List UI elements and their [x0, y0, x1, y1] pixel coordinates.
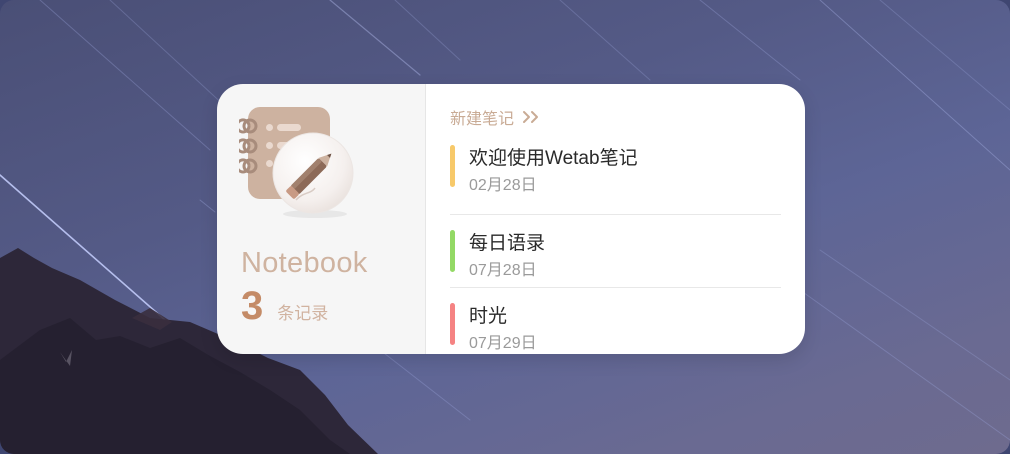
note-title: 欢迎使用Wetab笔记 [469, 148, 638, 169]
note-title: 时光 [469, 306, 508, 327]
note-date: 02月28日 [469, 177, 537, 194]
new-note-button[interactable]: 新建笔记 [450, 105, 542, 129]
notes-list: 欢迎使用Wetab笔记 02月28日 每日语录 07月28日 时光 07月29日 [450, 141, 781, 354]
note-color-marker [450, 303, 455, 345]
notes-list-panel: 新建笔记 欢迎使用Wetab笔记 02月28日 每日语录 07月28日 时光 0… [426, 84, 805, 354]
note-item[interactable]: 每日语录 07月28日 [450, 214, 781, 287]
notebook-widget[interactable]: Notebook 3 条记录 新建笔记 欢迎使用Wetab笔记 02月28日 每… [217, 84, 805, 354]
record-count: 3 [241, 284, 264, 328]
note-date: 07月29日 [469, 335, 537, 352]
notebook-summary-panel[interactable]: Notebook 3 条记录 [217, 84, 426, 354]
record-count-row: 3 条记录 [241, 284, 328, 329]
notebook-pencil-icon [239, 107, 354, 218]
note-title: 每日语录 [469, 233, 546, 254]
app-name: Notebook [241, 247, 368, 279]
note-color-marker [450, 145, 455, 187]
record-count-label: 条记录 [277, 304, 329, 323]
note-item[interactable]: 欢迎使用Wetab笔记 02月28日 [450, 141, 781, 214]
note-item[interactable]: 时光 07月29日 [450, 287, 781, 354]
note-date: 07月28日 [469, 262, 537, 279]
note-color-marker [450, 230, 455, 272]
double-chevron-right-icon [523, 111, 539, 123]
new-note-label: 新建笔记 [450, 111, 515, 128]
